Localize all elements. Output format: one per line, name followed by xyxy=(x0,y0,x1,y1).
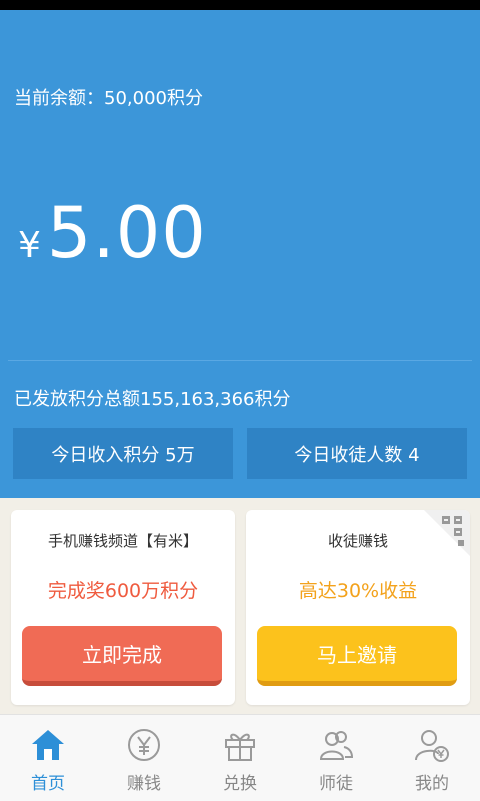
invite-now-button[interactable]: 马上邀请 xyxy=(257,626,457,686)
user-yen-icon xyxy=(415,730,449,762)
header-divider xyxy=(8,360,472,361)
tab-exchange[interactable]: 兑换 xyxy=(192,715,288,801)
current-balance-text: 当前余额：50,000积分 xyxy=(14,88,203,109)
today-disciples-stat[interactable]: 今日收徒人数 4 xyxy=(247,428,467,479)
tab-label: 师徒 xyxy=(319,774,353,794)
tab-label: 首页 xyxy=(31,774,65,794)
recruit-card[interactable]: 收徒赚钱 高达30%收益 马上邀请 xyxy=(246,510,470,705)
cash-amount: ¥ 5.00 xyxy=(18,198,207,268)
amount-value: 5.00 xyxy=(46,192,207,274)
status-bar xyxy=(0,0,480,10)
tab-earn[interactable]: 赚钱 xyxy=(96,715,192,801)
yen-coin-icon xyxy=(128,729,160,761)
today-income-stat[interactable]: 今日收入积分 5万 xyxy=(13,428,233,479)
tab-label: 我的 xyxy=(415,774,449,794)
complete-now-button[interactable]: 立即完成 xyxy=(22,626,222,686)
tab-mine[interactable]: 我的 xyxy=(384,715,480,801)
balance-header: 当前余额：50,000积分 ¥ 5.00 已发放积分总额155,163,366积… xyxy=(0,10,480,498)
total-issued-points: 已发放积分总额155,163,366积分 xyxy=(14,389,291,410)
bottom-tab-bar: 首页 赚钱 兑换 师徒 我的 xyxy=(0,714,480,801)
card-reward: 高达30%收益 xyxy=(298,580,418,602)
card-title: 手机赚钱频道【有米】 xyxy=(47,532,198,550)
card-title: 收徒赚钱 xyxy=(327,532,388,550)
tab-label: 赚钱 xyxy=(127,774,161,794)
tab-mentor[interactable]: 师徒 xyxy=(288,715,384,801)
users-icon xyxy=(319,731,354,760)
home-icon xyxy=(32,730,64,760)
currency-symbol: ¥ xyxy=(18,225,41,266)
earn-channel-card[interactable]: 手机赚钱频道【有米】 完成奖600万积分 立即完成 xyxy=(11,510,235,705)
card-reward: 完成奖600万积分 xyxy=(47,580,199,602)
gift-icon xyxy=(225,733,255,761)
tab-home[interactable]: 首页 xyxy=(0,715,96,801)
tab-label: 兑换 xyxy=(223,774,257,794)
